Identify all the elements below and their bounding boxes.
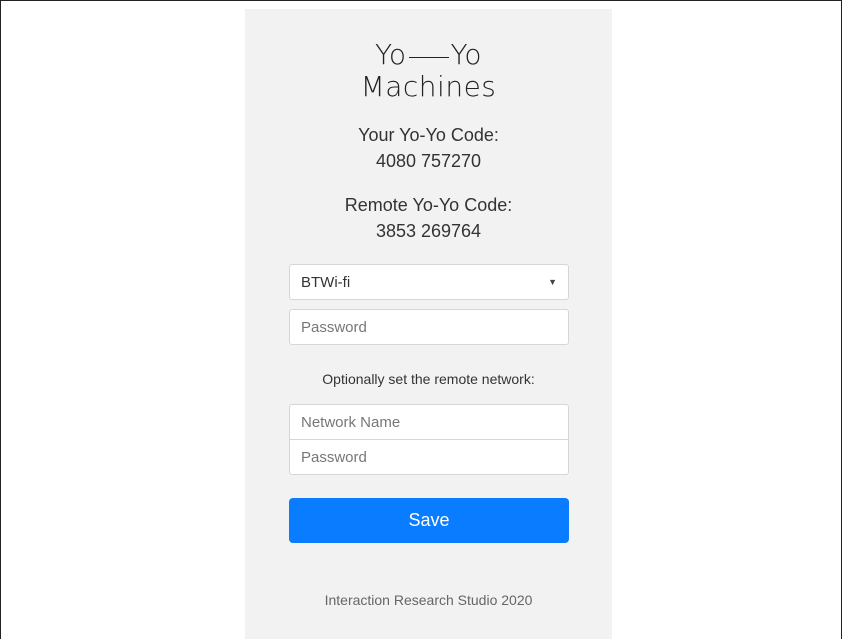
wifi-password-field[interactable]: Password: [289, 309, 569, 345]
remote-network-name-field[interactable]: Network Name: [289, 404, 569, 440]
save-button[interactable]: Save: [289, 498, 569, 543]
yoyo-machines-logo: Yo Yo Machines: [245, 39, 612, 103]
setup-panel: Yo Yo Machines Your Yo-Yo Code: 4080 757…: [245, 9, 612, 639]
logo-line-1: Yo Yo: [245, 39, 612, 71]
wifi-network-select[interactable]: BTWi-fi ▼: [289, 264, 569, 300]
remote-network-name-placeholder: Network Name: [301, 413, 401, 431]
logo-line-2: Machines: [360, 70, 497, 103]
logo-right-word: Yo: [450, 38, 483, 71]
footer-credit: Interaction Research Studio 2020: [324, 592, 533, 608]
remote-password-placeholder: Password: [301, 448, 367, 466]
your-code-value: 4080 757270: [375, 151, 482, 171]
your-code-label: Your Yo-Yo Code:: [358, 125, 499, 145]
logo-dash: [408, 56, 449, 58]
wifi-password-placeholder: Password: [301, 318, 367, 336]
chevron-down-icon: ▼: [548, 277, 557, 287]
remote-network-prompt: Optionally set the remote network:: [322, 371, 535, 387]
remote-code-value: 3853 269764: [375, 221, 482, 241]
remote-password-field[interactable]: Password: [289, 439, 569, 475]
remote-code-block: Remote Yo-Yo Code: 3853 269764: [245, 192, 612, 244]
wifi-selected-value: BTWi-fi: [301, 273, 351, 291]
your-code-block: Your Yo-Yo Code: 4080 757270: [245, 122, 612, 174]
remote-code-label: Remote Yo-Yo Code:: [344, 195, 513, 215]
logo-left-word: Yo: [374, 38, 407, 71]
